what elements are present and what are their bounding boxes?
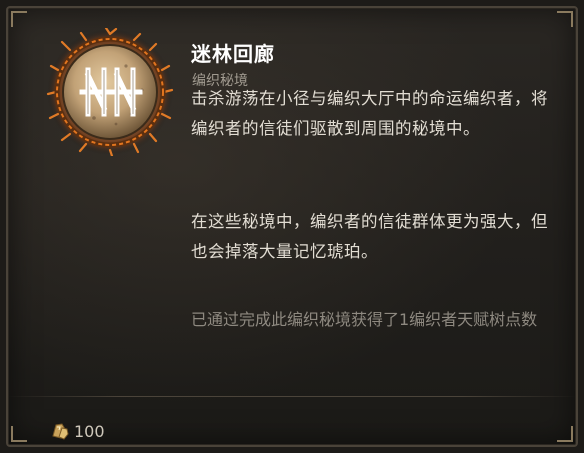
corner-ornament	[11, 426, 27, 442]
amber-currency-icon	[52, 423, 69, 440]
description-paragraph: 在这些秘境中，编织者的信徒群体更为强大，但也会掉落大量记忆琥珀。	[191, 212, 548, 261]
cost-display: 100	[50, 420, 105, 442]
corner-ornament	[557, 11, 573, 27]
corner-ornament	[557, 426, 573, 442]
tooltip-title: 迷林回廊	[191, 42, 275, 66]
description-paragraph: 击杀游荡在小径与编织大厅中的命运编织者，将编织者的信徒们驱散到周围的秘境中。	[191, 89, 548, 138]
weaver-rune-icon	[46, 28, 174, 156]
footer-divider	[8, 396, 576, 397]
corner-ornament	[11, 11, 27, 27]
cost-value: 100	[74, 421, 105, 441]
reward-note: 已通过完成此编织秘境获得了1编织者天赋树点数	[191, 310, 538, 329]
